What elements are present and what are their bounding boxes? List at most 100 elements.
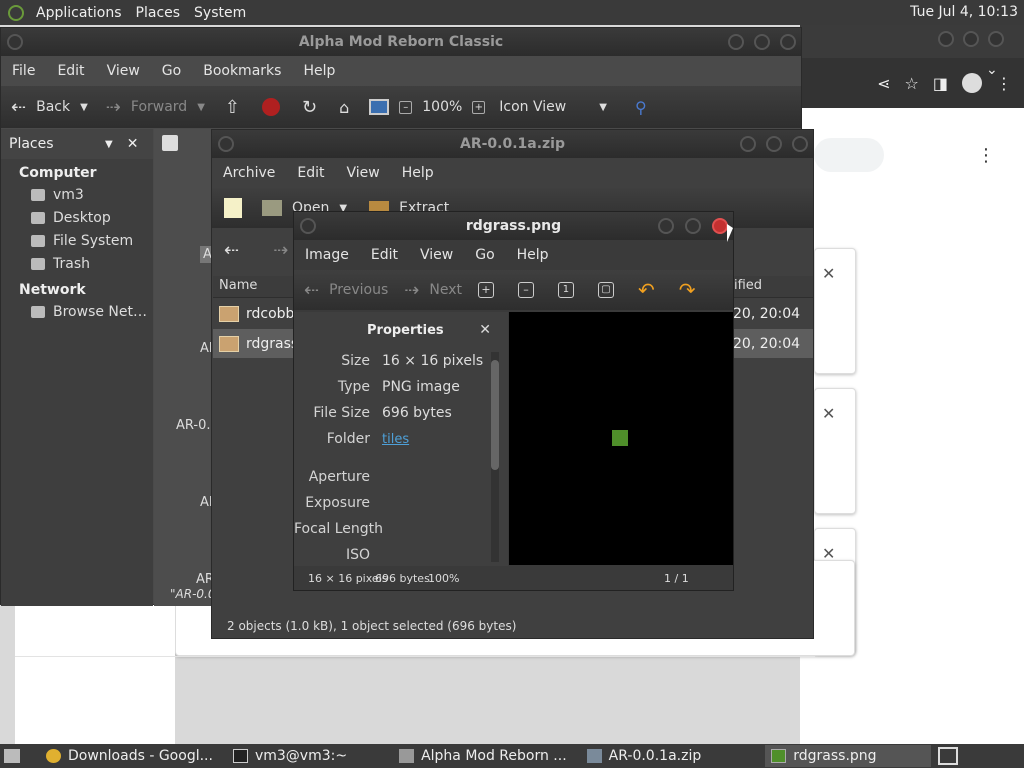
tab-dropdown-icon[interactable]: ⌄ — [986, 62, 998, 78]
menu-edit[interactable]: Edit — [360, 247, 409, 263]
computer-icon[interactable] — [369, 99, 390, 115]
close-properties-icon[interactable]: ✕ — [479, 322, 491, 338]
menu-view[interactable]: View — [336, 165, 391, 181]
zoom-normal-icon[interactable]: 1 — [557, 282, 574, 298]
previous-button[interactable]: Previous — [329, 282, 388, 298]
sidebar-item-filesystem[interactable]: File System — [1, 230, 153, 253]
maximize-button[interactable] — [766, 136, 782, 152]
menu-help[interactable]: Help — [391, 165, 445, 181]
archive-titlebar[interactable]: AR-0.0.1a.zip — [212, 130, 813, 158]
properties-scrollbar[interactable] — [491, 352, 499, 562]
rotate-left-icon[interactable]: ↶ — [638, 278, 655, 302]
menu-view[interactable]: View — [409, 247, 464, 263]
rotate-right-icon[interactable]: ↷ — [679, 278, 696, 302]
browser-minimize-button[interactable] — [938, 31, 954, 47]
back-button[interactable]: Back — [36, 99, 70, 115]
taskbar-item-chrome[interactable]: Downloads - Googl... — [40, 745, 219, 767]
menu-archive[interactable]: Archive — [212, 165, 286, 181]
column-modified[interactable]: ified — [734, 278, 762, 293]
window-menu-button[interactable] — [218, 136, 234, 152]
back-arrow-icon[interactable]: ⇠ — [11, 97, 26, 118]
archive-forward-icon[interactable]: ⇢ — [273, 240, 288, 261]
previous-arrow-icon[interactable]: ⇠ — [304, 280, 319, 301]
view-mode-select[interactable]: Icon View — [499, 99, 589, 115]
menu-help[interactable]: Help — [292, 63, 346, 79]
maximize-button[interactable] — [754, 34, 770, 50]
stop-icon[interactable] — [262, 98, 280, 116]
remove-download-icon[interactable]: ✕ — [822, 264, 835, 283]
menu-file[interactable]: File — [1, 63, 46, 79]
minimize-button[interactable] — [728, 34, 744, 50]
zoom-level[interactable]: 100% — [422, 99, 462, 115]
reload-icon[interactable]: ↻ — [302, 97, 317, 118]
menu-help[interactable]: Help — [506, 247, 560, 263]
close-button[interactable] — [792, 136, 808, 152]
sidebar-type-select[interactable]: Places — [9, 136, 105, 152]
sidebar-item-trash[interactable]: Trash — [1, 253, 153, 276]
profile-avatar-icon[interactable] — [962, 73, 982, 93]
taskbar-item-archive[interactable]: AR-0.0.1a.zip — [581, 745, 708, 767]
taskbar-item-terminal[interactable]: vm3@vm3:~ — [227, 745, 353, 767]
browser-maximize-button[interactable] — [963, 31, 979, 47]
browser-menu-icon[interactable]: ⋮ — [996, 74, 1012, 93]
minimize-button[interactable] — [740, 136, 756, 152]
menu-edit[interactable]: Edit — [286, 165, 335, 181]
clock[interactable]: Tue Jul 4, 10:13 — [910, 4, 1018, 20]
menu-applications[interactable]: Applications — [29, 5, 129, 21]
next-button[interactable]: Next — [429, 282, 462, 298]
forward-arrow-icon[interactable]: ⇢ — [106, 97, 121, 118]
sidebar-item-browse-network[interactable]: Browse Net… — [1, 301, 153, 324]
taskbar-item-file-manager[interactable]: Alpha Mod Reborn ... — [393, 745, 573, 767]
zoom-out-icon[interactable]: – — [399, 100, 413, 114]
page-menu-icon[interactable]: ⋮ — [977, 145, 995, 166]
maximize-button[interactable] — [685, 218, 701, 234]
scrollbar-thumb[interactable] — [491, 360, 499, 470]
close-button[interactable] — [780, 34, 796, 50]
folder-link[interactable]: tiles — [382, 432, 409, 447]
location-edit-icon[interactable] — [162, 135, 178, 151]
browser-close-button[interactable] — [988, 31, 1004, 47]
back-history-dropdown[interactable]: ▼ — [80, 102, 88, 113]
menu-bookmarks[interactable]: Bookmarks — [192, 63, 292, 79]
up-arrow-icon[interactable]: ⇧ — [225, 97, 240, 118]
show-desktop-icon[interactable] — [4, 749, 20, 763]
taskbar-item-image-viewer[interactable]: rdgrass.png — [765, 745, 932, 767]
open-archive-icon[interactable] — [262, 200, 282, 216]
bookmark-star-icon[interactable]: ☆ — [905, 74, 919, 93]
zoom-in-icon[interactable]: + — [477, 282, 494, 298]
menu-system[interactable]: System — [187, 5, 253, 21]
menu-edit[interactable]: Edit — [46, 63, 95, 79]
menu-go[interactable]: Go — [464, 247, 505, 263]
forward-history-dropdown[interactable]: ▼ — [197, 102, 205, 113]
file-manager-titlebar[interactable]: Alpha Mod Reborn Classic — [1, 28, 801, 56]
window-menu-button[interactable] — [300, 218, 316, 234]
close-sidebar-icon[interactable]: ✕ — [127, 136, 139, 152]
sidebar-item-vm3[interactable]: vm3 — [1, 184, 153, 207]
zoom-in-icon[interactable]: + — [472, 100, 486, 114]
zoom-out-icon[interactable]: – — [517, 282, 534, 298]
archive-back-icon[interactable]: ⇠ — [224, 240, 239, 261]
image-viewer-titlebar[interactable]: rdgrass.png — [294, 212, 733, 240]
forward-button[interactable]: Forward — [131, 99, 187, 115]
remove-download-icon[interactable]: ✕ — [822, 404, 835, 423]
column-name[interactable]: Name — [219, 278, 257, 293]
image-canvas[interactable] — [509, 312, 733, 565]
search-icon[interactable]: ⚲ — [635, 98, 647, 117]
share-icon[interactable]: ⋖ — [877, 74, 890, 93]
view-mode-dropdown-icon[interactable]: ▼ — [599, 102, 607, 113]
remove-download-icon[interactable]: ✕ — [822, 544, 835, 563]
home-icon[interactable]: ⌂ — [339, 98, 349, 117]
menu-go[interactable]: Go — [151, 63, 192, 79]
window-menu-button[interactable] — [7, 34, 23, 50]
zoom-fit-icon[interactable]: ▢ — [597, 282, 614, 298]
menu-image[interactable]: Image — [294, 247, 360, 263]
distro-logo-icon[interactable] — [8, 4, 24, 21]
sidepanel-icon[interactable]: ◨ — [933, 74, 948, 93]
new-archive-icon[interactable] — [224, 198, 242, 218]
menu-view[interactable]: View — [96, 63, 151, 79]
workspace-switcher-icon[interactable] — [938, 747, 958, 765]
sidebar-item-desktop[interactable]: Desktop — [1, 207, 153, 230]
sidebar-dropdown-icon[interactable]: ▼ — [105, 139, 113, 150]
next-arrow-icon[interactable]: ⇢ — [404, 280, 419, 301]
close-button[interactable] — [712, 218, 728, 234]
